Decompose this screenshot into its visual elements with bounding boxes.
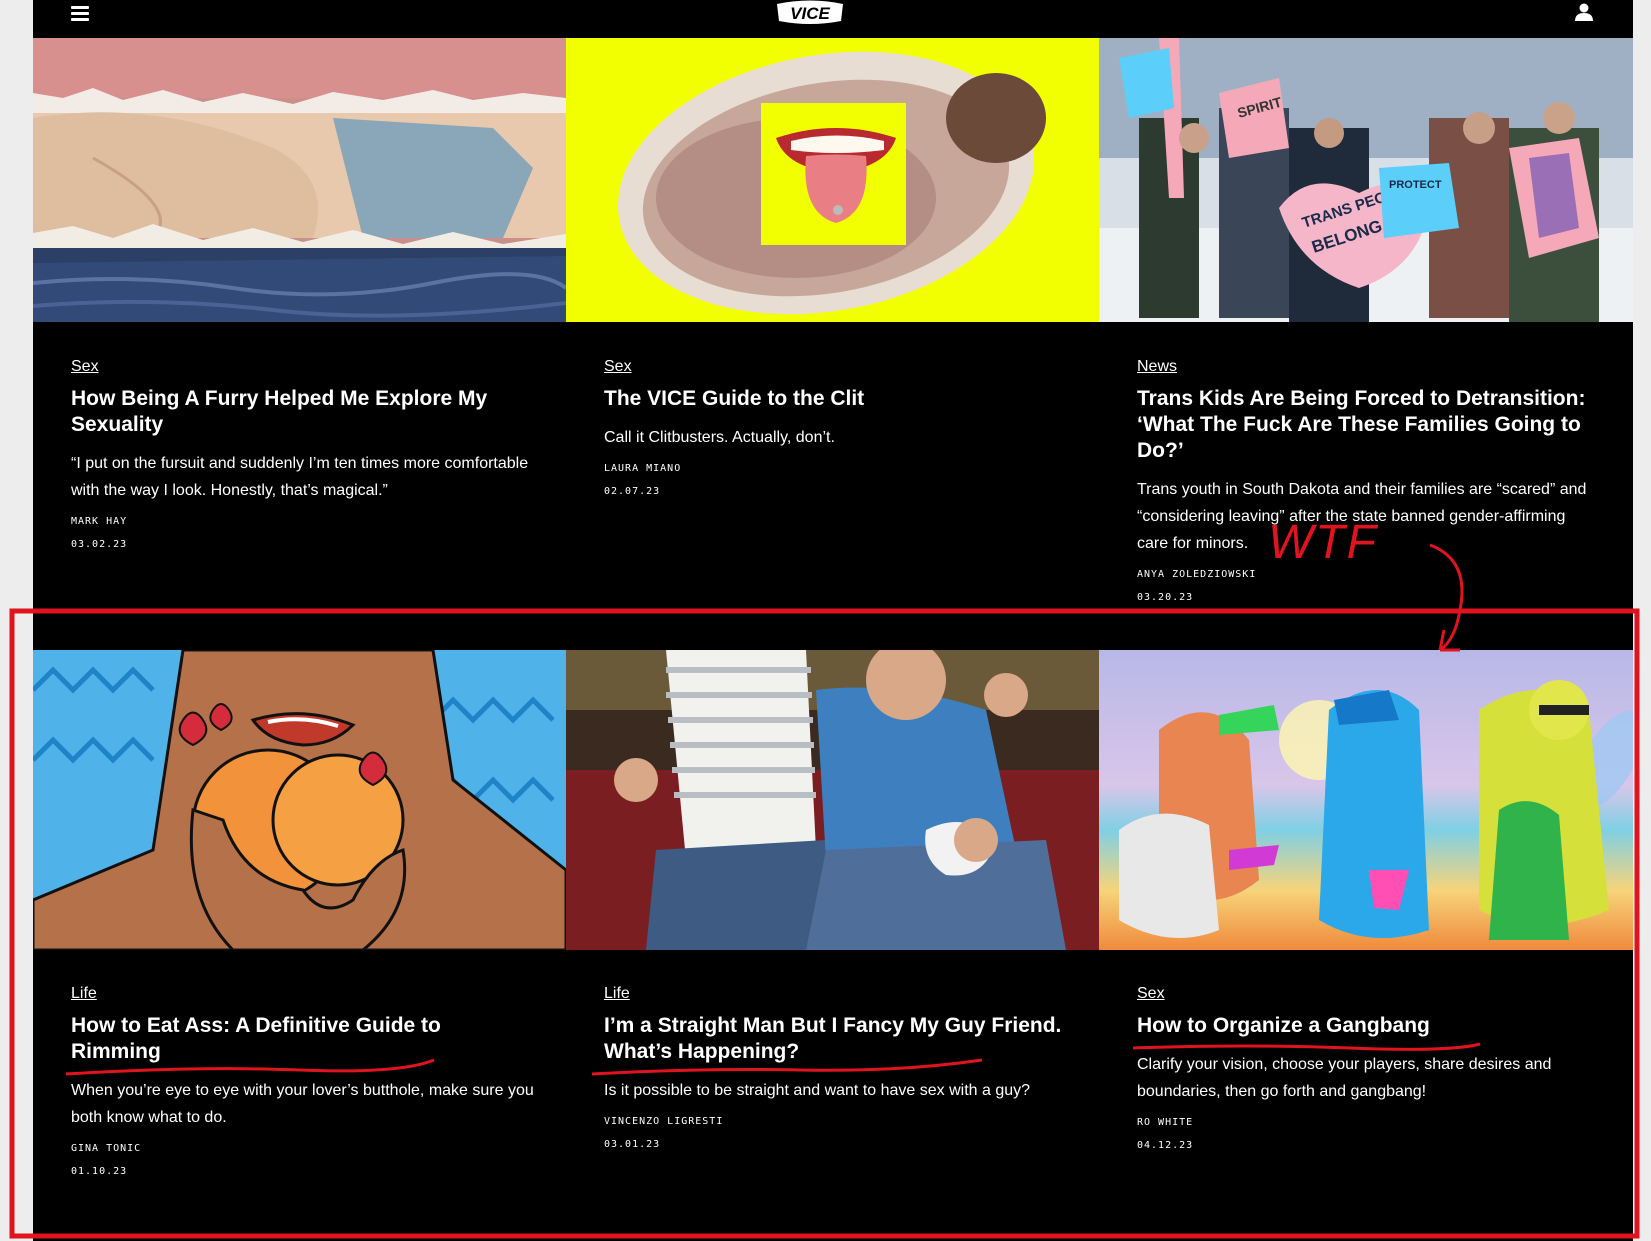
article-title[interactable]: How to Eat Ass: A Definitive Guide to Ri… <box>71 1013 536 1065</box>
article-category-link[interactable]: Sex <box>604 358 632 376</box>
sign-text-protect: PROTECT <box>1389 179 1442 191</box>
article-date: 03.20.23 <box>1137 592 1194 603</box>
article-image[interactable] <box>1099 650 1633 950</box>
article-date: 03.01.23 <box>604 1139 661 1150</box>
article-image[interactable] <box>566 650 1099 950</box>
article-author[interactable]: GINA TONIC <box>71 1143 536 1154</box>
article-date: 02.07.23 <box>604 486 661 497</box>
article-card[interactable]: Sex How Being A Furry Helped Me Explore … <box>33 38 567 609</box>
article-date: 03.02.23 <box>71 539 128 550</box>
article-dek: Call it Clitbusters. Actually, don’t. <box>604 429 835 446</box>
article-title[interactable]: I’m a Straight Man But I Fancy My Guy Fr… <box>604 1013 1069 1065</box>
article-category-link[interactable]: Sex <box>1137 985 1165 1003</box>
article-author[interactable]: RO WHITE <box>1137 1117 1593 1128</box>
article-dek: “I put on the fursuit and suddenly I’m t… <box>71 455 529 499</box>
article-dek: Clarify your vision, choose your players… <box>1137 1056 1552 1100</box>
hamburger-menu-icon[interactable] <box>71 6 89 21</box>
article-category-link[interactable]: Sex <box>71 358 99 376</box>
page-content: VICE Sex How Being A Furry Helped Me Exp… <box>33 0 1633 1241</box>
article-author[interactable]: LAURA MIANO <box>604 463 1069 474</box>
article-image[interactable] <box>33 38 566 322</box>
article-date: 01.10.23 <box>71 1166 128 1177</box>
article-image[interactable] <box>566 38 1099 322</box>
article-author[interactable]: MARK HAY <box>71 516 536 527</box>
article-image[interactable]: SPIRIT TRANS PEOPLE BELONG PROTECT <box>1099 38 1633 322</box>
article-card[interactable]: SPIRIT TRANS PEOPLE BELONG PROTECT News … <box>1099 38 1633 609</box>
article-title[interactable]: Trans Kids Are Being Forced to Detransit… <box>1137 386 1593 464</box>
article-category-link[interactable]: Life <box>71 985 97 1003</box>
article-title[interactable]: How Being A Furry Helped Me Explore My S… <box>71 386 536 438</box>
article-card[interactable]: Sex The VICE Guide to the Clit Call it C… <box>566 38 1100 609</box>
article-category-link[interactable]: Life <box>604 985 630 1003</box>
article-image[interactable] <box>33 650 566 950</box>
article-dek: Trans youth in South Dakota and their fa… <box>1137 481 1587 552</box>
article-author[interactable]: VINCENZO LIGRESTI <box>604 1116 1069 1127</box>
article-category-link[interactable]: News <box>1137 358 1177 376</box>
article-dek: Is it possible to be straight and want t… <box>604 1082 1031 1099</box>
article-title[interactable]: The VICE Guide to the Clit <box>604 386 1069 412</box>
article-title[interactable]: How to Organize a Gangbang <box>1137 1013 1593 1039</box>
article-author[interactable]: ANYA ZOLEDZIOWSKI <box>1137 569 1593 580</box>
article-card[interactable]: Life How to Eat Ass: A Definitive Guide … <box>33 650 567 1225</box>
article-card[interactable]: Life I’m a Straight Man But I Fancy My G… <box>566 650 1100 1225</box>
vice-logo[interactable]: VICE <box>773 0 847 27</box>
article-card[interactable]: Sex How to Organize a Gangbang Clarify y… <box>1099 650 1633 1225</box>
logo-text: VICE <box>790 4 830 23</box>
article-dek: When you’re eye to eye with your lover’s… <box>71 1082 534 1126</box>
article-date: 04.12.23 <box>1137 1140 1194 1151</box>
user-account-icon[interactable] <box>1575 3 1593 22</box>
top-navigation-bar: VICE <box>33 0 1633 38</box>
